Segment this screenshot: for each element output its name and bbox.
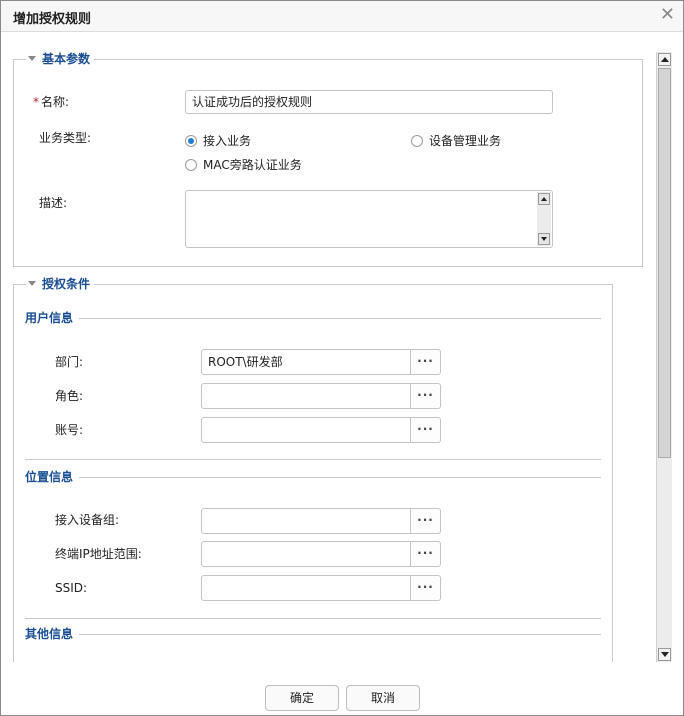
ip-range-browse-button[interactable]: ···: [411, 541, 441, 567]
dialog-title: 增加授权规则: [13, 12, 92, 27]
account-field[interactable]: [201, 417, 411, 443]
department-browse-button[interactable]: ···: [411, 349, 441, 375]
device-group-picker: ···: [201, 508, 441, 534]
scroll-down-icon[interactable]: [658, 648, 671, 661]
ssid-picker: ···: [201, 575, 441, 601]
radio-checked-icon[interactable]: [185, 134, 197, 147]
scroll-up-icon[interactable]: [538, 193, 550, 205]
other-info-section: 其他信息: [21, 626, 601, 662]
role-browse-button[interactable]: ···: [411, 383, 441, 409]
radio-unchecked-icon[interactable]: [185, 158, 197, 171]
role-picker: ···: [201, 383, 441, 409]
account-label: 账号:: [55, 423, 84, 437]
location-info-title: 位置信息: [21, 469, 80, 485]
collapse-triangle-icon: [28, 56, 36, 61]
main-scrollbar[interactable]: [656, 52, 672, 662]
scroll-down-icon[interactable]: [538, 233, 550, 245]
required-asterisk: *: [33, 95, 39, 109]
ssid-label: SSID:: [55, 581, 88, 595]
auth-conditions-legend[interactable]: 授权条件: [26, 276, 95, 292]
collapse-triangle-icon: [28, 281, 36, 286]
ip-range-picker: ···: [201, 541, 441, 567]
role-label: 角色:: [55, 389, 84, 403]
department-field[interactable]: ROOT\研发部: [201, 349, 411, 375]
title-bar: 增加授权规则 ✕: [1, 1, 683, 32]
description-textarea[interactable]: [185, 190, 553, 248]
radio-access-service-label: 接入业务: [203, 134, 252, 148]
device-group-browse-button[interactable]: ···: [411, 508, 441, 534]
name-input[interactable]: 认证成功后的授权规则: [185, 90, 553, 114]
service-type-label: 业务类型:: [39, 131, 92, 145]
radio-mac-bypass-service[interactable]: MAC旁路认证业务: [185, 156, 302, 173]
device-group-field[interactable]: [201, 508, 411, 534]
scroll-up-icon[interactable]: [658, 53, 671, 66]
other-info-title: 其他信息: [21, 626, 80, 642]
ssid-field[interactable]: [201, 575, 411, 601]
radio-mac-bypass-service-label: MAC旁路认证业务: [203, 158, 302, 172]
ok-button[interactable]: 确定: [265, 685, 339, 711]
scrollbar-thumb[interactable]: [658, 68, 671, 458]
device-group-label: 接入设备组:: [55, 513, 120, 527]
radio-unchecked-icon[interactable]: [411, 134, 423, 147]
basic-params-title: 基本参数: [42, 52, 91, 66]
user-info-title: 用户信息: [21, 310, 80, 326]
account-browse-button[interactable]: ···: [411, 417, 441, 443]
dialog-content: 基本参数 * 名称: 认证成功后的授权规则 业务类型: 接入业务 设备管理业务 M…: [1, 32, 655, 662]
name-label: * 名称:: [33, 94, 69, 110]
ip-range-label: 终端IP地址范围:: [55, 547, 142, 561]
ssid-browse-button[interactable]: ···: [411, 575, 441, 601]
radio-device-mgmt-service-label: 设备管理业务: [429, 134, 502, 148]
radio-device-mgmt-service[interactable]: 设备管理业务: [411, 132, 501, 149]
account-picker: ···: [201, 417, 441, 443]
close-icon[interactable]: ✕: [660, 5, 675, 25]
add-authorization-rule-dialog: 增加授权规则 ✕ 基本参数 * 名称: 认证成功后的授权规则 业务类型: 接入业务…: [0, 0, 684, 716]
textarea-scrollbar[interactable]: [537, 192, 551, 246]
role-field[interactable]: [201, 383, 411, 409]
cancel-button[interactable]: 取消: [346, 685, 420, 711]
department-picker: ROOT\研发部 ···: [201, 349, 441, 375]
radio-access-service[interactable]: 接入业务: [185, 132, 251, 149]
name-label-text: 名称:: [41, 95, 70, 109]
basic-params-legend[interactable]: 基本参数: [26, 51, 95, 67]
description-label: 描述:: [39, 196, 68, 210]
auth-conditions-title: 授权条件: [42, 277, 91, 291]
department-label: 部门:: [55, 355, 84, 369]
ip-range-field[interactable]: [201, 541, 411, 567]
